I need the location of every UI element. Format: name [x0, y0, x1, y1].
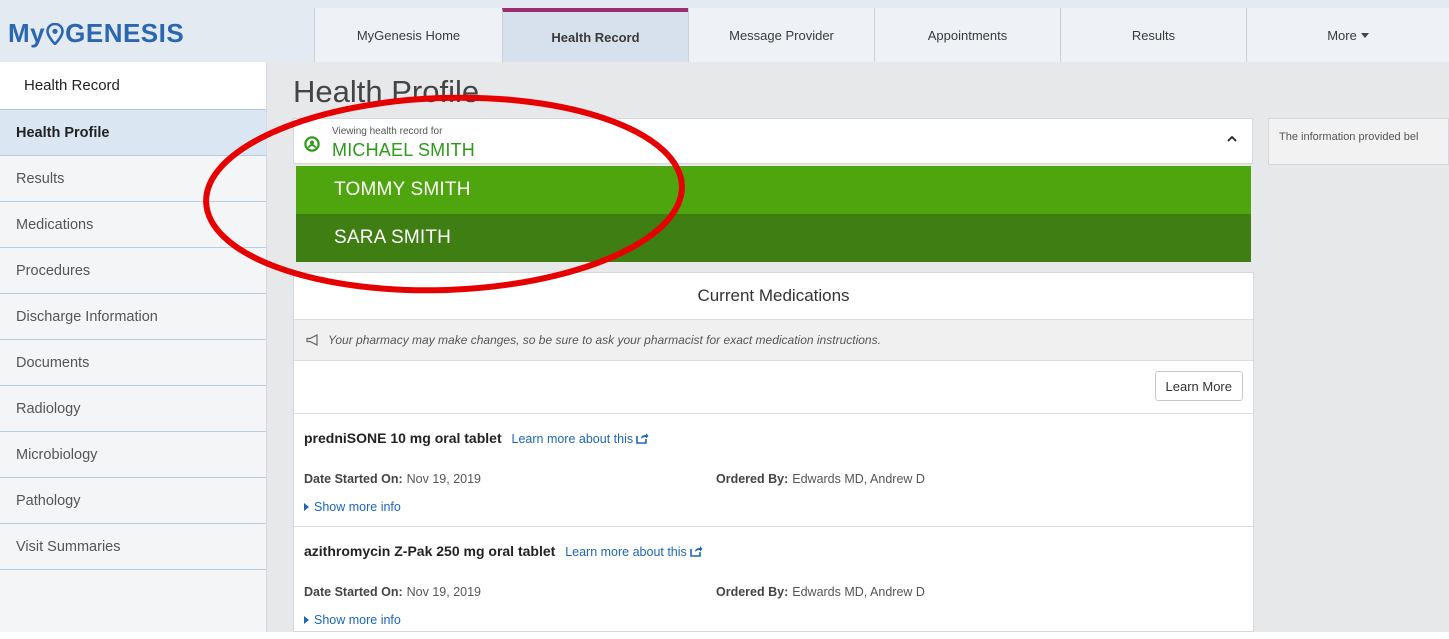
- ordered-value: Edwards MD, Andrew D: [792, 472, 925, 486]
- sidebar-item-pathology[interactable]: Pathology: [0, 478, 266, 524]
- nav-label: Results: [1131, 27, 1176, 43]
- nav-results[interactable]: Results: [1060, 8, 1246, 62]
- top-bar: My GENESIS MyGenesis Home Health Record M…: [0, 0, 1449, 63]
- learn-more-link[interactable]: Learn more about this: [565, 545, 703, 559]
- sidebar: Health Record Health Profile Results Med…: [0, 62, 267, 632]
- sidebar-item-medications[interactable]: Medications: [0, 202, 266, 248]
- learn-more-button[interactable]: Learn More: [1154, 371, 1243, 401]
- patient-option-tommy-smith[interactable]: TOMMY SMITH: [296, 166, 1251, 214]
- sidebar-item-radiology[interactable]: Radiology: [0, 386, 266, 432]
- caret-down-icon: [1360, 32, 1369, 38]
- megaphone-icon: [306, 334, 318, 346]
- patient-avatar-icon: [304, 136, 320, 152]
- caret-right-icon: [304, 616, 309, 624]
- sidebar-item-procedures[interactable]: Procedures: [0, 248, 266, 294]
- medication-name-row: predniSONE 10 mg oral tablet Learn more …: [304, 430, 649, 446]
- ordered-label: Ordered By:: [716, 472, 789, 486]
- nav-message-provider[interactable]: Message Provider: [688, 8, 874, 62]
- main-nav: MyGenesis Home Health Record Message Pro…: [314, 8, 1449, 62]
- medication-item: azithromycin Z-Pak 250 mg oral tablet Le…: [294, 527, 1253, 639]
- date-value: Nov 19, 2019: [406, 585, 481, 599]
- ordered-value: Edwards MD, Andrew D: [792, 585, 925, 599]
- learn-more-link[interactable]: Learn more about this: [512, 432, 650, 446]
- external-link-icon: [636, 433, 649, 444]
- ordered-by: Ordered By: Edwards MD, Andrew D: [716, 472, 925, 486]
- medication-name-row: azithromycin Z-Pak 250 mg oral tablet Le…: [304, 543, 703, 559]
- sidebar-header: Health Record: [0, 62, 266, 110]
- show-more-info-link[interactable]: Show more info: [304, 613, 401, 627]
- nav-mygenesis-home[interactable]: MyGenesis Home: [314, 8, 502, 62]
- card-title: Current Medications: [294, 273, 1253, 320]
- info-panel: The information provided bel: [1268, 118, 1449, 165]
- medication-item: predniSONE 10 mg oral tablet Learn more …: [294, 414, 1253, 527]
- mygenesis-logo[interactable]: My GENESIS: [8, 18, 184, 49]
- date-label: Date Started On:: [304, 585, 403, 599]
- show-more-text: Show more info: [314, 500, 401, 514]
- show-more-text: Show more info: [314, 613, 401, 627]
- location-pin-icon: [46, 23, 64, 45]
- logo-suffix: GENESIS: [65, 18, 185, 48]
- patient-option-sara-smith[interactable]: SARA SMITH: [296, 214, 1251, 262]
- show-more-info-link[interactable]: Show more info: [304, 500, 401, 514]
- nav-label: Appointments: [927, 27, 1008, 43]
- sidebar-item-microbiology[interactable]: Microbiology: [0, 432, 266, 478]
- sidebar-item-documents[interactable]: Documents: [0, 340, 266, 386]
- sidebar-item-visit-summaries[interactable]: Visit Summaries: [0, 524, 266, 570]
- nav-label: MyGenesis Home: [356, 27, 461, 43]
- patient-dropdown-menu: TOMMY SMITH SARA SMITH: [296, 166, 1251, 262]
- ordered-by: Ordered By: Edwards MD, Andrew D: [716, 585, 925, 599]
- current-medications-card: Current Medications Your pharmacy may ma…: [293, 272, 1254, 632]
- learn-more-row: Learn More: [294, 361, 1253, 414]
- sidebar-item-results[interactable]: Results: [0, 156, 266, 202]
- medication-name: predniSONE 10 mg oral tablet: [304, 430, 502, 446]
- main-content: Health Profile Viewing health record for…: [267, 62, 1449, 632]
- pharmacy-notice: Your pharmacy may make changes, so be su…: [294, 320, 1253, 361]
- nav-more-dropdown[interactable]: More: [1246, 8, 1449, 62]
- learn-more-link-text: Learn more about this: [511, 432, 634, 446]
- date-value: Nov 19, 2019: [406, 472, 481, 486]
- medication-name: azithromycin Z-Pak 250 mg oral tablet: [304, 543, 556, 559]
- selector-label: Viewing health record for: [332, 126, 443, 137]
- sidebar-item-health-profile[interactable]: Health Profile: [0, 110, 266, 156]
- nav-appointments[interactable]: Appointments: [874, 8, 1060, 62]
- nav-label: Message Provider: [729, 27, 834, 43]
- selected-patient-name: MICHAEL SMITH: [332, 140, 475, 160]
- chevron-up-icon[interactable]: [1226, 133, 1238, 145]
- learn-more-link-text: Learn more about this: [565, 545, 687, 559]
- date-label: Date Started On:: [304, 472, 403, 486]
- sidebar-item-discharge-information[interactable]: Discharge Information: [0, 294, 266, 340]
- ordered-label: Ordered By:: [716, 585, 789, 599]
- logo-prefix: My: [8, 18, 46, 48]
- date-started: Date Started On: Nov 19, 2019: [304, 585, 481, 599]
- caret-right-icon: [304, 503, 309, 511]
- notice-text: Your pharmacy may make changes, so be su…: [328, 333, 881, 347]
- nav-label: Health Record: [551, 29, 640, 45]
- page-title: Health Profile: [293, 74, 480, 109]
- nav-health-record[interactable]: Health Record: [502, 8, 688, 62]
- patient-selector[interactable]: Viewing health record for MICHAEL SMITH: [293, 118, 1253, 164]
- date-started: Date Started On: Nov 19, 2019: [304, 472, 481, 486]
- external-link-icon: [689, 546, 703, 557]
- nav-label: More: [1327, 27, 1357, 43]
